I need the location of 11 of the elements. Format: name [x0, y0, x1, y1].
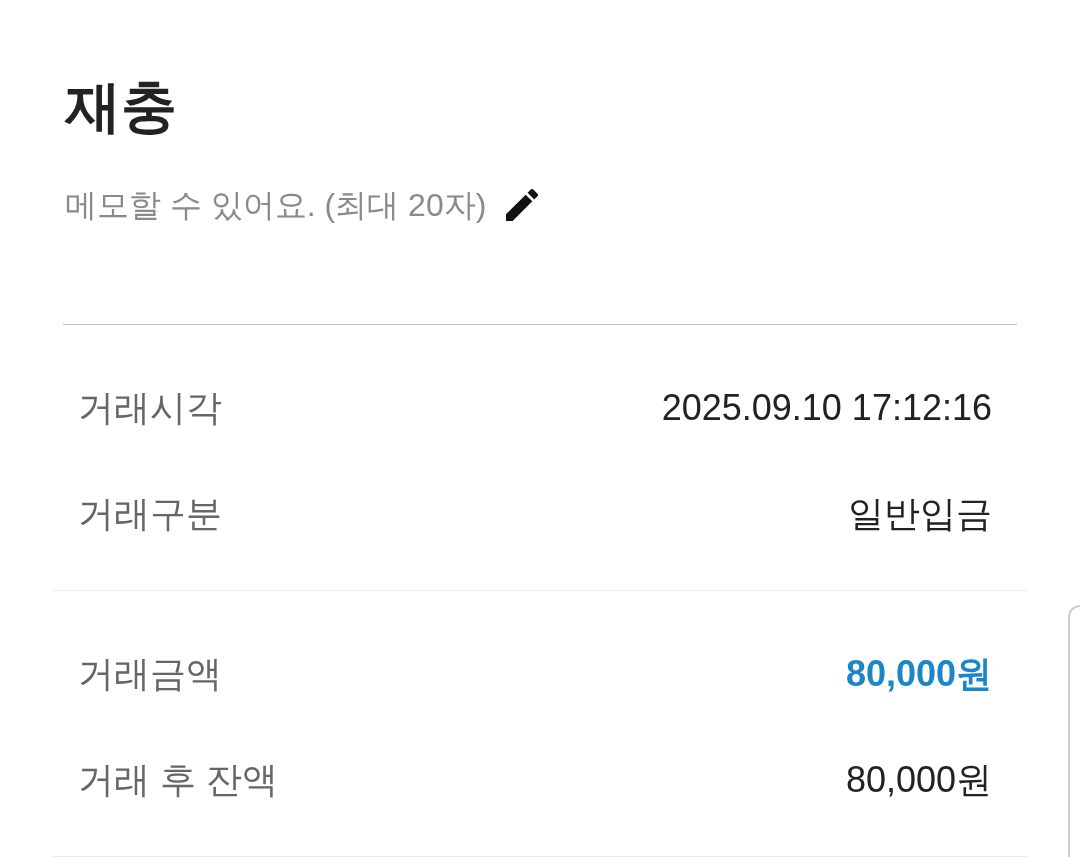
- detail-value: 일반입금: [848, 491, 992, 536]
- memo-edit-button[interactable]: 메모할 수 있어요. (최대 20자): [65, 185, 539, 225]
- pencil-icon: [506, 189, 539, 221]
- detail-label: 거래구분: [78, 491, 222, 536]
- detail-label: 거래 후 잔액: [78, 757, 278, 802]
- detail-label: 거래시각: [78, 385, 222, 430]
- detail-value: 2025.09.10 17:12:16: [661, 387, 992, 429]
- page-title: 재충: [65, 74, 178, 140]
- detail-value: 80,000원: [845, 757, 992, 802]
- detail-label: 거래금액: [78, 651, 222, 696]
- detail-value: 80,000원: [845, 651, 992, 696]
